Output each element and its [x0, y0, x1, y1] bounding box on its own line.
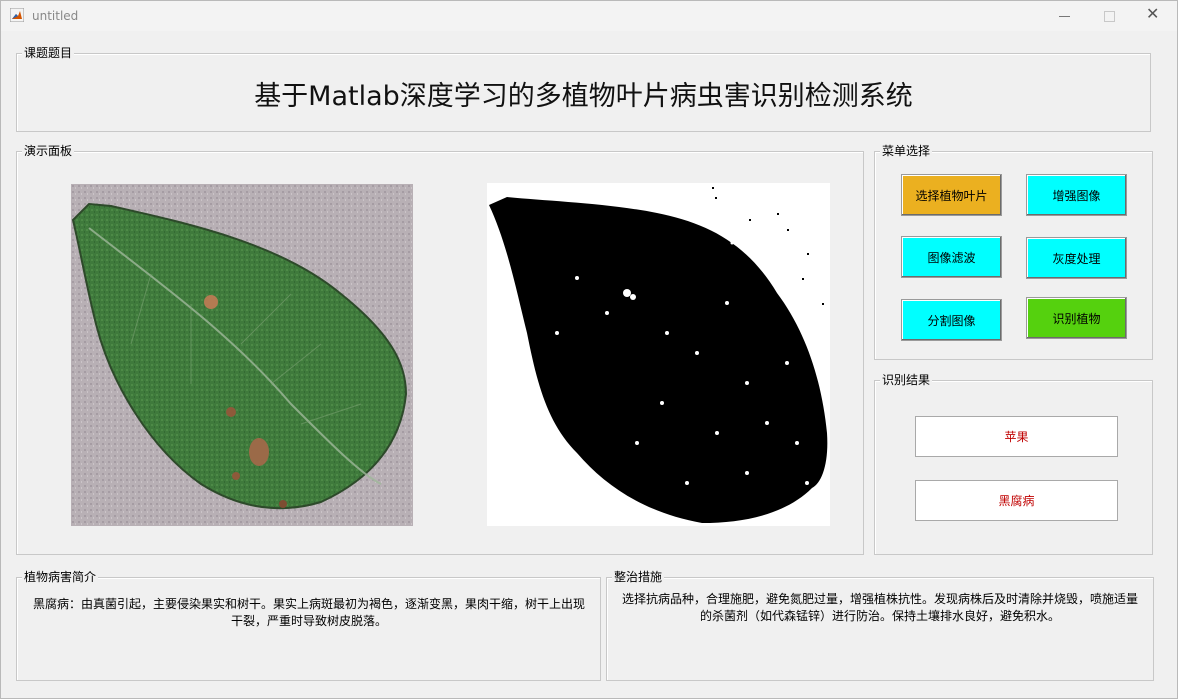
identify-plant-button[interactable]: 识别植物	[1026, 297, 1127, 339]
title-panel-label: 课题题目	[22, 46, 75, 60]
demo-panel: 演示面板	[16, 144, 864, 555]
disease-result-field: 黑腐病	[915, 480, 1118, 521]
disease-intro-panel: 植物病害简介 黑腐病：由真菌引起，主要侵染果实和树干。果实上病斑最初为褐色，逐渐…	[16, 570, 601, 681]
close-button[interactable]: ✕	[1132, 1, 1176, 31]
maximize-button[interactable]	[1087, 1, 1131, 31]
minimize-icon	[1059, 16, 1070, 17]
title-panel: 课题题目 基于Matlab深度学习的多植物叶片病虫害识别检测系统	[16, 46, 1151, 132]
window-title: untitled	[32, 9, 79, 23]
result-panel-label: 识别结果	[880, 373, 933, 387]
disease-intro-text: 黑腐病：由真菌引起，主要侵染果实和树干。果实上病斑最初为褐色，逐渐变黑，果肉干缩…	[33, 597, 586, 628]
measures-label: 整治措施	[612, 570, 665, 584]
grayscale-button[interactable]: 灰度处理	[1026, 237, 1127, 279]
original-leaf-image	[71, 184, 413, 526]
page-title: 基于Matlab深度学习的多植物叶片病虫害识别检测系统	[254, 81, 913, 112]
minimize-button[interactable]	[1043, 1, 1087, 31]
segment-image-button[interactable]: 分割图像	[901, 299, 1002, 341]
demo-panel-label: 演示面板	[22, 144, 75, 158]
measures-panel: 整治措施 选择抗病品种，合理施肥，避免氮肥过量，增强植株抗性。发现病株后及时清除…	[606, 570, 1154, 681]
menu-panel: 菜单选择 选择植物叶片 增强图像 图像滤波 灰度处理 分割图像 识别植物	[874, 144, 1153, 360]
select-leaf-button[interactable]: 选择植物叶片	[901, 174, 1002, 216]
measures-text: 选择抗病品种，合理施肥，避免氮肥过量，增强植株抗性。发现病株后及时清除并烧毁，喷…	[621, 592, 1138, 623]
segmented-leaf-image	[487, 183, 830, 526]
disease-intro-label: 植物病害简介	[22, 570, 99, 584]
enhance-image-button[interactable]: 增强图像	[1026, 174, 1127, 216]
maximize-icon	[1104, 11, 1115, 22]
close-icon: ✕	[1146, 4, 1160, 23]
title-bar: untitled ✕	[1, 1, 1177, 31]
plant-result-field: 苹果	[915, 416, 1118, 457]
matlab-app-icon	[10, 8, 24, 22]
filter-image-button[interactable]: 图像滤波	[901, 236, 1002, 278]
menu-panel-label: 菜单选择	[880, 144, 933, 158]
result-panel: 识别结果 苹果 黑腐病	[874, 373, 1153, 555]
